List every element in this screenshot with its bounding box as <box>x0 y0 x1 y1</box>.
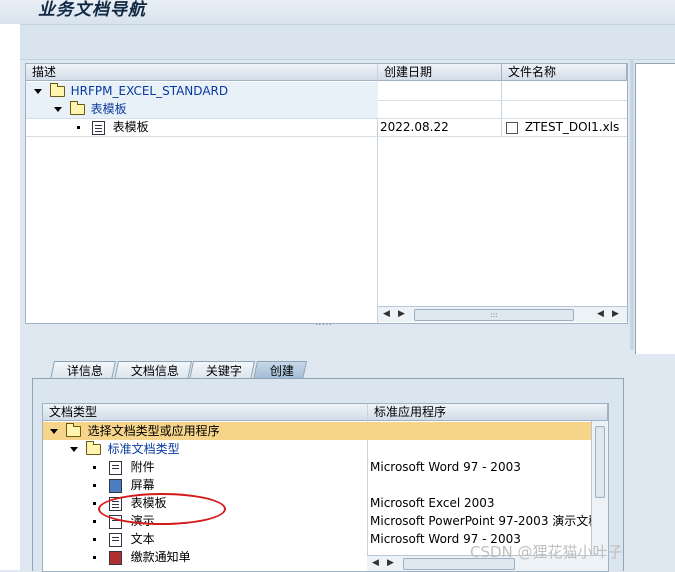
tree-node-label[interactable]: HRFPM_EXCEL_STANDARD <box>71 84 228 98</box>
expand-arrow-icon[interactable] <box>70 447 78 452</box>
tree-row-root[interactable]: HRFPM_EXCEL_STANDARD <box>26 82 378 100</box>
application-toolbar <box>20 24 675 60</box>
tree-node-label[interactable]: 文本 <box>131 532 155 546</box>
column-header-standard-app[interactable]: 标准应用程序 <box>368 404 608 421</box>
right-panel <box>635 63 675 354</box>
tree-node-label[interactable]: 缴款通知单 <box>131 550 191 564</box>
bullet-icon <box>93 502 96 505</box>
scroll-thumb[interactable]: ::: <box>414 309 574 321</box>
tree-row-standard-types[interactable]: 标准文档类型 <box>43 440 368 458</box>
expand-arrow-icon[interactable] <box>54 107 62 112</box>
horizontal-scrollbar[interactable]: ◀ ▶ ::: ◀ ▶ <box>378 306 627 322</box>
folder-icon <box>85 441 101 455</box>
word-document-icon <box>108 532 122 547</box>
spreadsheet-icon <box>91 120 105 135</box>
standard-app-cell: Microsoft PowerPoint 97-2003 演示文稿 <box>370 514 591 528</box>
file-checkbox[interactable] <box>506 121 518 134</box>
bullet-icon <box>93 538 96 541</box>
tree-row-template-folder[interactable]: 表模板 <box>26 100 378 118</box>
title-bar: 业务文档导航 <box>0 0 675 24</box>
standard-app-cell: Microsoft Word 97 - 2003 <box>370 460 521 474</box>
tree-node-label[interactable]: 表模板 <box>113 120 149 134</box>
scroll-right-icon[interactable]: ▶ <box>387 558 394 568</box>
bullet-icon <box>77 126 80 129</box>
watermark: CSDN @狸花猫小叶子 <box>470 543 623 561</box>
tree-node-label[interactable]: 选择文档类型或应用程序 <box>88 424 220 438</box>
expand-arrow-icon[interactable] <box>50 429 58 434</box>
payment-notice-icon <box>108 550 122 565</box>
column-header-document-type[interactable]: 文档类型 <box>43 404 368 421</box>
bullet-icon <box>93 484 96 487</box>
scroll-left-icon[interactable]: ◀ <box>597 309 604 319</box>
file-name-text: ZTEST_DOI1.xls <box>524 120 620 134</box>
folder-icon <box>49 83 65 97</box>
scroll-thumb[interactable] <box>595 426 605 498</box>
tree-node-label[interactable]: 屏幕 <box>131 478 155 492</box>
word-document-icon <box>108 460 122 475</box>
bullet-icon <box>93 520 96 523</box>
created-date-cell: 2022.08.22 <box>380 120 449 134</box>
page-title: 业务文档导航 <box>38 0 146 20</box>
scroll-right-icon[interactable]: ▶ <box>612 309 619 319</box>
tree-row-screen[interactable]: 屏幕 <box>43 476 368 494</box>
tree-row-select-type[interactable]: 选择文档类型或应用程序 <box>43 422 591 440</box>
column-header-description[interactable]: 描述 <box>26 64 378 81</box>
scroll-left-icon[interactable]: ◀ <box>383 309 390 319</box>
tree-row-attachment[interactable]: 附件 <box>43 458 368 476</box>
scroll-right-icon[interactable]: ▶ <box>398 309 405 319</box>
document-tree-table: 描述 创建日期 文件名称 HRFPM_EXCEL_STANDARD 表模板 表模… <box>25 63 628 324</box>
bullet-icon <box>93 466 96 469</box>
standard-app-cell: Microsoft Excel 2003 <box>370 496 495 510</box>
bullet-icon <box>93 556 96 559</box>
folder-icon <box>69 101 85 115</box>
tree-row-payment-notice[interactable]: 缴款通知单 <box>43 548 368 566</box>
scroll-left-icon[interactable]: ◀ <box>372 558 379 568</box>
file-name-cell[interactable]: ZTEST_DOI1.xls <box>506 118 619 136</box>
column-header-created-date[interactable]: 创建日期 <box>378 64 502 81</box>
tree-row-text[interactable]: 文本 <box>43 530 368 548</box>
folder-icon <box>65 423 81 437</box>
column-header-file-name[interactable]: 文件名称 <box>502 64 627 81</box>
red-annotation-circle <box>98 493 226 525</box>
splitter-handle[interactable]: ..... <box>20 318 630 330</box>
left-gutter <box>0 24 20 570</box>
tree-node-label[interactable]: 标准文档类型 <box>108 442 180 456</box>
screen-image-icon <box>108 478 122 493</box>
panel-divider[interactable] <box>630 60 634 350</box>
tree-node-label[interactable]: 表模板 <box>91 102 127 116</box>
tree-node-label[interactable]: 附件 <box>131 460 155 474</box>
tree-row-template-doc[interactable]: 表模板 <box>26 118 378 136</box>
expand-arrow-icon[interactable] <box>34 89 42 94</box>
